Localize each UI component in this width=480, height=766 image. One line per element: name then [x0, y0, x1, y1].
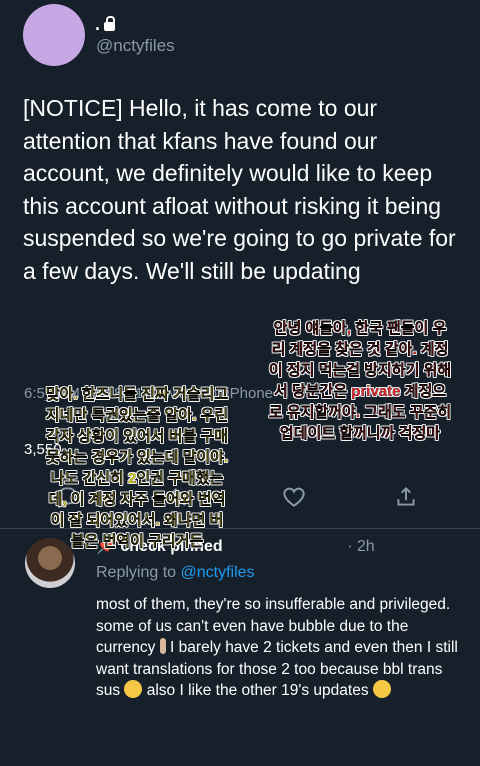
reply-time: · 2h	[347, 538, 375, 555]
red-line: 서 당분간은 private 계정으	[273, 383, 447, 400]
reply-text-part3: also I like the other 19's updates	[142, 682, 369, 699]
yellow-line: 나도 간신히 2인권 구매했는	[50, 470, 224, 487]
yellow-line: 지네만 특권있는줄 알아. 우린	[45, 407, 229, 424]
red-line: 로 유지할꺼야. 그래도 꾸준히	[268, 404, 452, 421]
tweet-text: [NOTICE] Hello, it has come to our atten…	[23, 95, 456, 284]
replying-to: Replying to @nctyfiles	[96, 564, 255, 582]
reply-text: most of them, they're so insufferable an…	[96, 594, 470, 702]
yellow-line: 각자 상황이 있어서 버블 구매	[45, 428, 229, 445]
yellow-line: 맞아. 한즈니들 진짜 거슬리고	[45, 386, 229, 403]
korean-translation-yellow: 맞아. 한즈니들 진짜 거슬리고 지네만 특권있는줄 알아. 우린 각자 상황이…	[4, 384, 270, 552]
yellow-line: 데, 이 계정 자주 들어와 번역	[48, 491, 226, 508]
red-line: 업데이트 할꺼니까 걱정마	[279, 425, 441, 442]
korean-translation-red: 안녕 얘들아, 한국 팬들이 우 리 계정을 찾은 것 같아. 계정 이 정지 …	[246, 318, 474, 444]
display-name-row[interactable]: .	[95, 14, 116, 35]
red-line: 이 정지 먹는걸 방지하기 위해	[268, 362, 452, 379]
yellow-line: 이 잘 되어있어서. 왜냐면 버	[50, 512, 224, 529]
profile-avatar[interactable]	[23, 4, 85, 66]
handle[interactable]: @nctyfiles	[96, 36, 175, 56]
replying-prefix: Replying to	[96, 564, 177, 581]
lock-icon	[104, 16, 116, 31]
replying-handle[interactable]: @nctyfiles	[181, 564, 255, 581]
red-line: 리 계정을 찾은 것 같아. 계정	[271, 341, 449, 358]
yellow-line: 못하는 경우가 있는데 말이야.	[45, 449, 229, 466]
like-icon[interactable]	[281, 484, 307, 510]
display-name: .	[95, 14, 101, 34]
grin-emoji	[372, 680, 391, 698]
share-icon[interactable]	[393, 484, 419, 510]
red-line: 안녕 얘들아, 한국 팬들이 우	[273, 320, 447, 337]
yellow-line: 블은 번역이 구리거든	[70, 533, 204, 550]
pensive-emoji	[124, 680, 143, 698]
